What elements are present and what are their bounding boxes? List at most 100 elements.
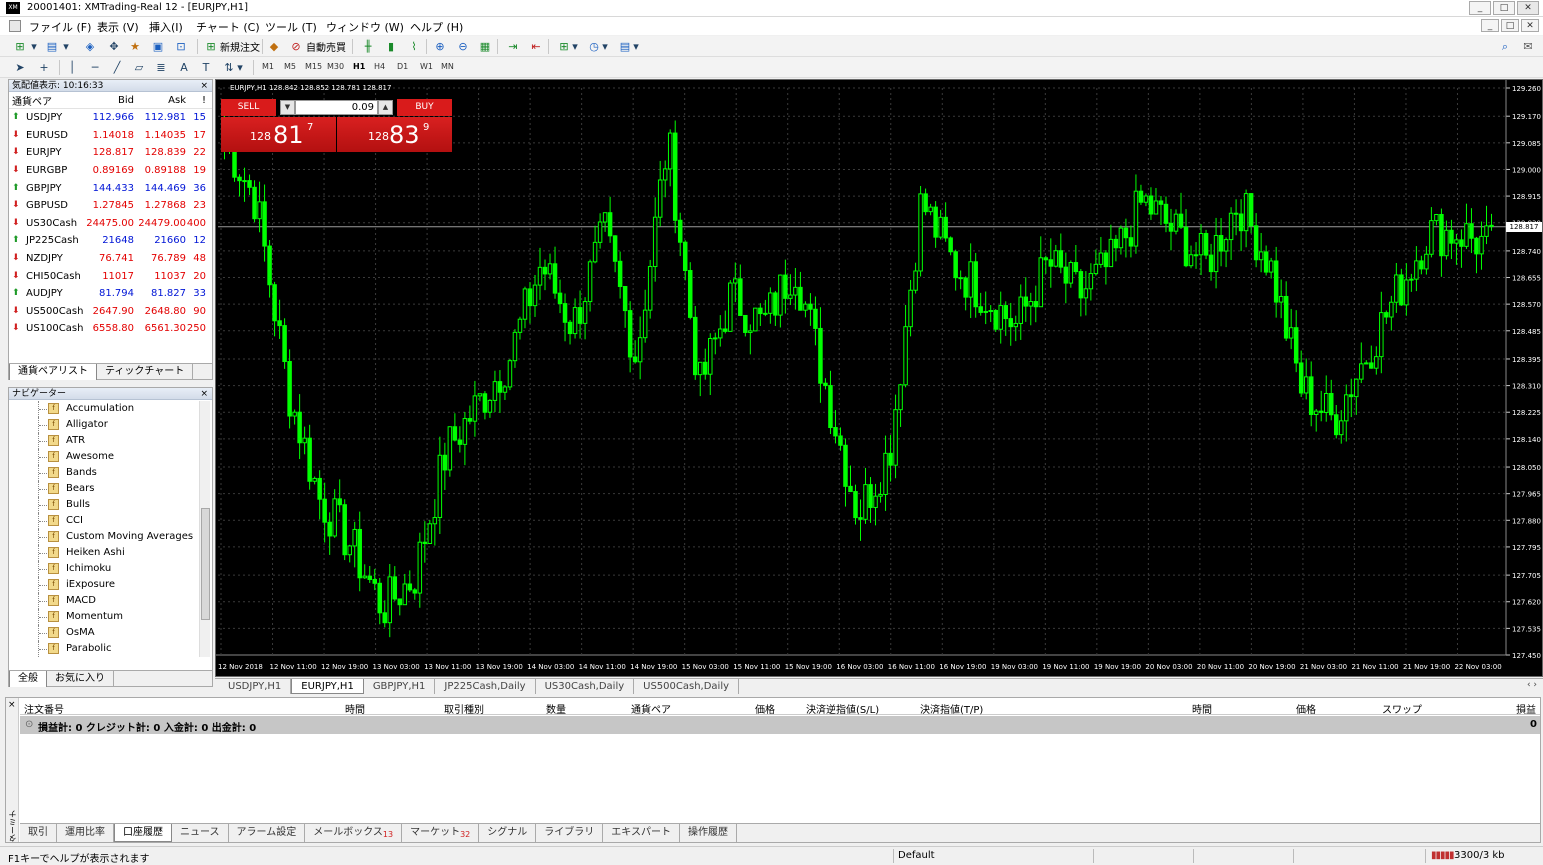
symbol-row[interactable]: ⬇ EURUSD 1.14018 1.14035 17 — [9, 127, 212, 145]
navigator-item[interactable]: f Alligator — [9, 417, 199, 433]
col-tp[interactable]: 決済指値(T/P) — [920, 701, 983, 716]
candlestick-icon[interactable]: ▮ — [383, 39, 399, 54]
lot-decrease-icon[interactable]: ▼ — [280, 100, 295, 115]
col-swap[interactable]: スワップ — [1382, 701, 1422, 716]
tab-experts[interactable]: エキスパート — [603, 824, 680, 842]
navigator-item[interactable]: f MACD — [9, 593, 199, 609]
dropdown-arrow-icon[interactable]: ▾ — [632, 39, 640, 54]
channel-icon[interactable]: ▱ — [131, 60, 147, 75]
templates-icon[interactable]: ▤ — [617, 39, 633, 54]
tab-alerts[interactable]: アラーム設定 — [229, 824, 306, 842]
tab-trade[interactable]: 取引 — [20, 824, 57, 842]
col-close-price[interactable]: 価格 — [1296, 701, 1316, 716]
doc-close-button[interactable]: ✕ — [1521, 19, 1539, 32]
cursor-icon[interactable]: ➤ — [12, 60, 28, 75]
col-sl[interactable]: 決済逆指値(S/L) — [806, 701, 879, 716]
navigator-item[interactable]: f OsMA — [9, 625, 199, 641]
col-profit[interactable]: 損益 — [1516, 701, 1536, 716]
tab-favorites[interactable]: お気に入り — [47, 671, 114, 687]
doc-minimize-button[interactable]: _ — [1481, 19, 1499, 32]
col-close-time[interactable]: 時間 — [1192, 701, 1212, 716]
menu-file[interactable]: ファイル (F) — [29, 19, 91, 35]
dropdown-arrow-icon[interactable]: ▾ — [571, 39, 579, 54]
timeframe-m30[interactable]: M30 — [327, 62, 344, 71]
sell-price[interactable]: 128 81 7 — [221, 117, 336, 152]
symbol-row[interactable]: ⬆ USDJPY 112.966 112.981 15 — [9, 109, 212, 127]
dropdown-arrow-icon[interactable]: ▾ — [30, 39, 38, 54]
tab-account-history[interactable]: 口座履歴 — [114, 824, 172, 842]
tile-windows-icon[interactable]: ▦ — [477, 39, 493, 54]
profiles-icon[interactable]: ▤ — [44, 39, 60, 54]
navigator-item[interactable]: f Awesome — [9, 449, 199, 465]
chart-tab-usdjpy[interactable]: USDJPY,H1 — [219, 679, 292, 694]
navigator-scrollbar[interactable] — [199, 401, 210, 657]
navigator-item[interactable]: f Accumulation — [9, 401, 199, 417]
menu-window[interactable]: ウィンドウ (W) — [326, 19, 404, 35]
chart-tab-gbpjpy[interactable]: GBPJPY,H1 — [364, 679, 436, 694]
lot-input[interactable]: 0.09 — [295, 100, 378, 115]
symbol-row[interactable]: ⬆ GBPJPY 144.433 144.469 36 — [9, 179, 212, 197]
search-icon[interactable]: ⌕ — [1497, 39, 1513, 54]
symbol-row[interactable]: ⬇ US500Cash 2647.90 2648.80 90 — [9, 303, 212, 321]
metaeditor-icon[interactable]: ◆ — [266, 39, 282, 54]
navigator-item[interactable]: f Bands — [9, 465, 199, 481]
navigator-item[interactable]: f ATR — [9, 433, 199, 449]
chart-tabs-scroll[interactable]: ‹ › — [1527, 680, 1537, 690]
chat-icon[interactable]: ✉ — [1520, 39, 1536, 54]
doc-restore-button[interactable]: □ — [1501, 19, 1519, 32]
candlestick-chart[interactable]: 129.260 129.170 129.085 129.000 128.915 128.8… — [216, 80, 1542, 676]
data-window-icon[interactable]: ✥ — [106, 39, 122, 54]
timeframe-mn[interactable]: MN — [441, 62, 454, 71]
symbol-row[interactable]: ⬇ CHI50Cash 11017 11037 20 — [9, 267, 212, 285]
trendline-icon[interactable]: ╱ — [109, 60, 125, 75]
sell-button[interactable]: SELL — [221, 99, 276, 116]
lot-increase-icon[interactable]: ▲ — [378, 100, 393, 115]
tab-symbols[interactable]: 通貨ペアリスト — [9, 364, 97, 380]
new-chart-icon[interactable]: ⊞ — [12, 39, 28, 54]
symbol-row[interactable]: ⬇ GBPUSD 1.27845 1.27868 23 — [9, 197, 212, 215]
symbol-row[interactable]: ⬆ JP225Cash 21648 21660 12 — [9, 232, 212, 250]
col-volume[interactable]: 数量 — [546, 701, 566, 716]
tab-exposure[interactable]: 運用比率 — [57, 824, 114, 842]
menu-view[interactable]: 表示 (V) — [97, 19, 139, 35]
chart-tab-us500[interactable]: US500Cash,Daily — [634, 679, 740, 694]
minimize-button[interactable]: _ — [1469, 1, 1491, 15]
col-spread[interactable]: ! — [186, 95, 209, 106]
chart-tab-eurjpy[interactable]: EURJPY,H1 — [291, 679, 364, 694]
zoom-in-icon[interactable]: ⊕ — [432, 39, 448, 54]
tab-news[interactable]: ニュース — [172, 824, 229, 842]
symbol-row[interactable]: ⬇ US30Cash 24475.00 24479.00 400 — [9, 215, 212, 233]
menu-chart[interactable]: チャート (C) — [196, 19, 260, 35]
navigator-item[interactable]: f Heiken Ashi — [9, 545, 199, 561]
navigator-item[interactable]: f Custom Moving Averages — [9, 529, 199, 545]
col-type[interactable]: 取引種別 — [444, 701, 484, 716]
chart-tab-jp225[interactable]: JP225Cash,Daily — [435, 679, 536, 694]
symbol-row[interactable]: ⬇ EURJPY 128.817 128.839 22 — [9, 144, 212, 162]
terminal-close-icon[interactable]: × — [8, 700, 16, 710]
maximize-button[interactable]: □ — [1493, 1, 1515, 15]
vertical-line-icon[interactable]: │ — [64, 60, 80, 75]
tab-mailbox[interactable]: メールボックス13 — [305, 824, 403, 842]
bar-chart-icon[interactable]: ╫ — [360, 39, 376, 54]
col-bid[interactable]: Bid — [86, 95, 134, 106]
navigator-item[interactable]: f Ichimoku — [9, 561, 199, 577]
tab-tick-chart[interactable]: ティックチャート — [97, 364, 194, 380]
zoom-out-icon[interactable]: ⊖ — [455, 39, 471, 54]
timeframe-m1[interactable]: M1 — [262, 62, 274, 71]
dropdown-arrow-icon[interactable]: ▾ — [236, 60, 244, 75]
chart-window[interactable]: 129.260 129.170 129.085 129.000 128.915 128.8… — [215, 79, 1543, 677]
autoscroll-icon[interactable]: ⇤ — [528, 39, 544, 54]
tab-market[interactable]: マーケット32 — [402, 824, 480, 842]
auto-trading-button[interactable]: 自動売買 — [306, 39, 346, 54]
dropdown-arrow-icon[interactable]: ▾ — [601, 39, 609, 54]
buy-button[interactable]: BUY — [397, 99, 452, 116]
tab-library[interactable]: ライブラリ — [536, 824, 604, 842]
periods-icon[interactable]: ◷ — [586, 39, 602, 54]
timeframe-h1[interactable]: H1 — [353, 62, 365, 71]
timeframe-w1[interactable]: W1 — [420, 62, 433, 71]
indicators-icon[interactable]: ⊞ — [556, 39, 572, 54]
new-order-icon[interactable]: ⊞ — [203, 39, 219, 54]
symbol-row[interactable]: ⬇ US100Cash 6558.80 6561.30 250 — [9, 320, 212, 338]
col-order[interactable]: 注文番号 — [24, 701, 64, 716]
auto-trading-icon[interactable]: ⊘ — [288, 39, 304, 54]
